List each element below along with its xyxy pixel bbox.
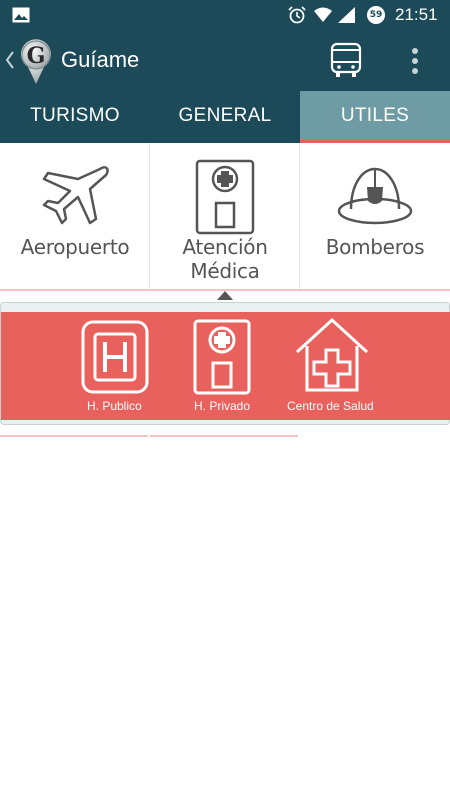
alarm-icon [288, 6, 306, 24]
private-hospital-icon [193, 319, 251, 395]
health-center-icon [295, 317, 369, 392]
tab-utiles[interactable]: UTILES [300, 91, 450, 143]
signal-icon [338, 7, 355, 23]
row-divider [0, 435, 148, 437]
submenu-label: H. Privado [194, 399, 251, 413]
tab-bar: TURISMO GENERAL UTILES [0, 91, 450, 143]
image-icon [12, 7, 30, 23]
submenu-label: Centro de Salud [287, 399, 374, 413]
row-divider [150, 435, 298, 437]
clock: 21:51 [395, 5, 438, 24]
battery-level: 59 [369, 10, 383, 20]
h-letter-icon [81, 320, 149, 394]
category-label: Atención Médica [182, 235, 268, 283]
popup-pointer [217, 291, 233, 300]
overflow-menu-icon[interactable] [406, 46, 424, 76]
hospital-icon [195, 159, 255, 235]
tab-general[interactable]: GENERAL [150, 91, 300, 143]
submenu-label: H. Publico [87, 399, 142, 413]
bus-icon[interactable] [330, 42, 362, 78]
tab-turismo[interactable]: TURISMO [0, 91, 150, 143]
category-bomberos[interactable]: Bomberos [300, 143, 450, 291]
app-title: Guíame [61, 47, 140, 72]
logo-letter: G [27, 43, 46, 69]
submenu-strip: H. Publico H. Privado Centro de Salud [1, 312, 450, 420]
wifi-icon [314, 7, 332, 22]
category-label: Aeropuerto [20, 235, 130, 259]
back-icon[interactable] [4, 49, 16, 71]
submenu-item-centro-de-salud[interactable]: Centro de Salud [287, 312, 377, 420]
app-bar: G Guíame [0, 30, 450, 91]
battery-icon: 59 [366, 5, 386, 25]
category-aeropuerto[interactable]: Aeropuerto [0, 143, 150, 291]
submenu-item-h-publico[interactable]: H. Publico [81, 312, 151, 420]
category-label: Bomberos [325, 235, 425, 259]
submenu-panel: H. Publico H. Privado Centro de Salud [0, 302, 450, 425]
airplane-icon [42, 166, 109, 225]
submenu-item-h-privado[interactable]: H. Privado [192, 312, 252, 420]
category-atencion-medica[interactable]: Atención Médica [150, 143, 300, 291]
firefighter-helmet-icon [337, 167, 413, 225]
status-bar: 59 21:51 [0, 0, 450, 30]
logo-icon[interactable]: G [18, 37, 54, 85]
